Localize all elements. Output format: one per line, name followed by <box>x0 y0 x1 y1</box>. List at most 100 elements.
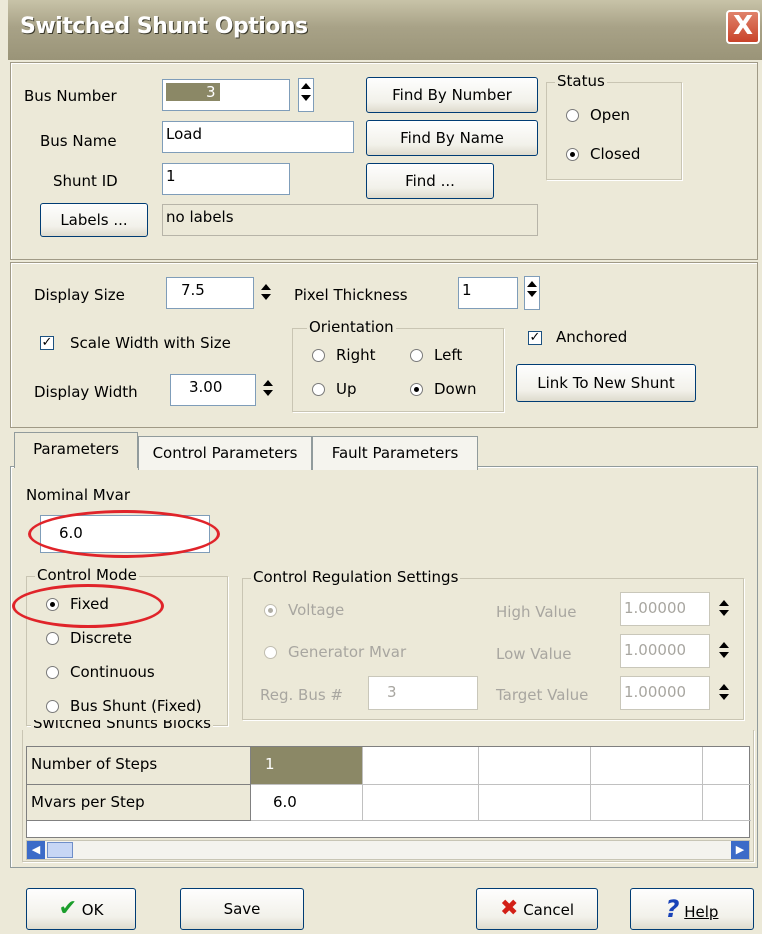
mode-continuous-label: Continuous <box>70 663 155 681</box>
mode-continuous-radio[interactable] <box>46 666 59 679</box>
mode-bus-shunt-label: Bus Shunt (Fixed) <box>70 697 202 715</box>
help-button[interactable]: ? Help <box>630 888 754 930</box>
display-width-input[interactable]: 3.00 <box>170 374 256 406</box>
find-button[interactable]: Find ... <box>366 163 494 199</box>
status-open-radio[interactable] <box>566 109 579 122</box>
spin-up-icon[interactable] <box>527 281 537 287</box>
spin-up-icon[interactable] <box>719 600 729 606</box>
switched-shunt-options-dialog: Switched Shunt Options X Bus Number 3 Bu… <box>0 0 762 934</box>
orientation-left-radio[interactable] <box>410 349 423 362</box>
grid-horizontal-scrollbar[interactable]: ◀ ▶ <box>26 840 750 860</box>
scroll-thumb[interactable] <box>47 842 73 858</box>
low-value-input[interactable]: 1.00000 <box>620 634 710 668</box>
nominal-mvar-label: Nominal Mvar <box>26 486 130 504</box>
orientation-down-radio[interactable] <box>410 383 423 396</box>
display-width-spinner[interactable] <box>260 376 276 404</box>
tab-fault-parameters[interactable]: Fault Parameters <box>312 436 478 470</box>
save-button[interactable]: Save <box>180 888 304 930</box>
pixel-thickness-spinner[interactable] <box>524 276 540 310</box>
orientation-up-radio[interactable] <box>312 383 325 396</box>
grid-cell-mvars[interactable]: 6.0 <box>251 785 363 821</box>
title-bar[interactable]: Switched Shunt Options <box>8 0 762 60</box>
cancel-button[interactable]: ✖ Cancel <box>476 888 598 930</box>
display-width-label: Display Width <box>34 383 138 401</box>
spin-up-icon[interactable] <box>301 83 311 89</box>
link-to-new-shunt-button[interactable]: Link To New Shunt <box>516 364 696 402</box>
low-value-label: Low Value <box>496 645 572 663</box>
reg-bus-label: Reg. Bus # <box>260 686 343 704</box>
spin-up-icon[interactable] <box>719 642 729 648</box>
tab-parameters[interactable]: Parameters <box>14 432 138 468</box>
spin-down-icon[interactable] <box>719 652 729 658</box>
scroll-right-icon[interactable]: ▶ <box>731 841 749 859</box>
anchored-checkbox[interactable]: ✓ <box>528 331 542 345</box>
grid-cell-empty[interactable] <box>703 785 751 821</box>
scroll-left-icon[interactable]: ◀ <box>27 841 45 859</box>
grid-cell-empty[interactable] <box>479 747 591 785</box>
display-size-input[interactable]: 7.5 <box>166 277 254 309</box>
close-icon: X <box>732 11 754 41</box>
spin-down-icon[interactable] <box>719 610 729 616</box>
status-title: Status <box>555 72 607 90</box>
labels-button[interactable]: Labels ... <box>40 203 148 237</box>
ok-button[interactable]: ✔ OK <box>26 888 136 930</box>
spin-down-icon[interactable] <box>261 294 271 300</box>
status-open-label: Open <box>590 106 631 124</box>
spin-down-icon[interactable] <box>527 291 537 297</box>
annotation-oval-nominal-mvar <box>28 510 220 558</box>
orientation-right-label: Right <box>336 346 376 364</box>
reg-voltage-radio[interactable] <box>264 604 277 617</box>
reg-voltage-label: Voltage <box>288 601 345 619</box>
high-value-spinner[interactable] <box>716 596 732 624</box>
pixel-thickness-input[interactable]: 1 <box>458 277 518 309</box>
spin-down-icon[interactable] <box>719 694 729 700</box>
target-value-spinner[interactable] <box>716 680 732 708</box>
status-closed-radio[interactable] <box>566 148 579 161</box>
shunt-id-label: Shunt ID <box>53 172 118 190</box>
bus-name-label: Bus Name <box>40 132 117 150</box>
find-by-number-button[interactable]: Find By Number <box>366 77 538 113</box>
tab-control-parameters[interactable]: Control Parameters <box>138 436 312 470</box>
mode-discrete-radio[interactable] <box>46 632 59 645</box>
grid-cell-empty[interactable] <box>363 747 479 785</box>
grid-cell-empty[interactable] <box>591 785 703 821</box>
orientation-right-radio[interactable] <box>312 349 325 362</box>
grid-cell-empty[interactable] <box>479 785 591 821</box>
scale-width-label: Scale Width with Size <box>70 334 231 352</box>
spin-up-icon[interactable] <box>263 380 273 386</box>
scale-width-checkbox[interactable]: ✓ <box>40 336 54 350</box>
bus-number-input[interactable]: 3 <box>162 79 290 111</box>
mode-bus-shunt-radio[interactable] <box>46 700 59 713</box>
grid-cell-empty[interactable] <box>703 747 751 785</box>
spin-down-icon[interactable] <box>301 95 311 101</box>
grid-cell-empty[interactable] <box>591 747 703 785</box>
target-value-input[interactable]: 1.00000 <box>620 676 710 710</box>
high-value-input[interactable]: 1.00000 <box>620 592 710 626</box>
high-value-label: High Value <box>496 603 577 621</box>
display-size-spinner[interactable] <box>258 280 274 308</box>
grid-row-label-mvars: Mvars per Step <box>27 785 251 821</box>
spin-up-icon[interactable] <box>719 684 729 690</box>
low-value-spinner[interactable] <box>716 638 732 666</box>
reg-generator-mvar-radio[interactable] <box>264 646 277 659</box>
grid-cell-empty[interactable] <box>363 785 479 821</box>
spin-down-icon[interactable] <box>263 390 273 396</box>
spin-up-icon[interactable] <box>261 284 271 290</box>
grid-cell-steps[interactable]: 1 <box>251 747 363 785</box>
bus-number-spinner[interactable] <box>298 78 314 112</box>
find-by-name-button[interactable]: Find By Name <box>366 120 538 156</box>
bus-name-input[interactable]: Load <box>162 121 354 153</box>
display-size-label: Display Size <box>34 286 125 304</box>
control-mode-title: Control Mode <box>35 566 139 584</box>
mode-discrete-label: Discrete <box>70 629 132 647</box>
control-regulation-title: Control Regulation Settings <box>251 568 461 586</box>
cancel-x-icon: ✖ <box>499 896 519 921</box>
orientation-left-label: Left <box>434 346 463 364</box>
window-title: Switched Shunt Options <box>20 14 308 39</box>
shunt-id-input[interactable]: 1 <box>162 163 290 195</box>
shunt-blocks-grid[interactable]: Number of Steps 1 Mvars per Step 6.0 <box>26 746 751 838</box>
close-button[interactable]: X <box>726 10 760 44</box>
shunt-blocks-title: Switched Shunts Blocks <box>31 720 214 732</box>
grid-row-label-steps: Number of Steps <box>27 747 251 785</box>
reg-bus-input[interactable]: 3 <box>368 676 478 710</box>
